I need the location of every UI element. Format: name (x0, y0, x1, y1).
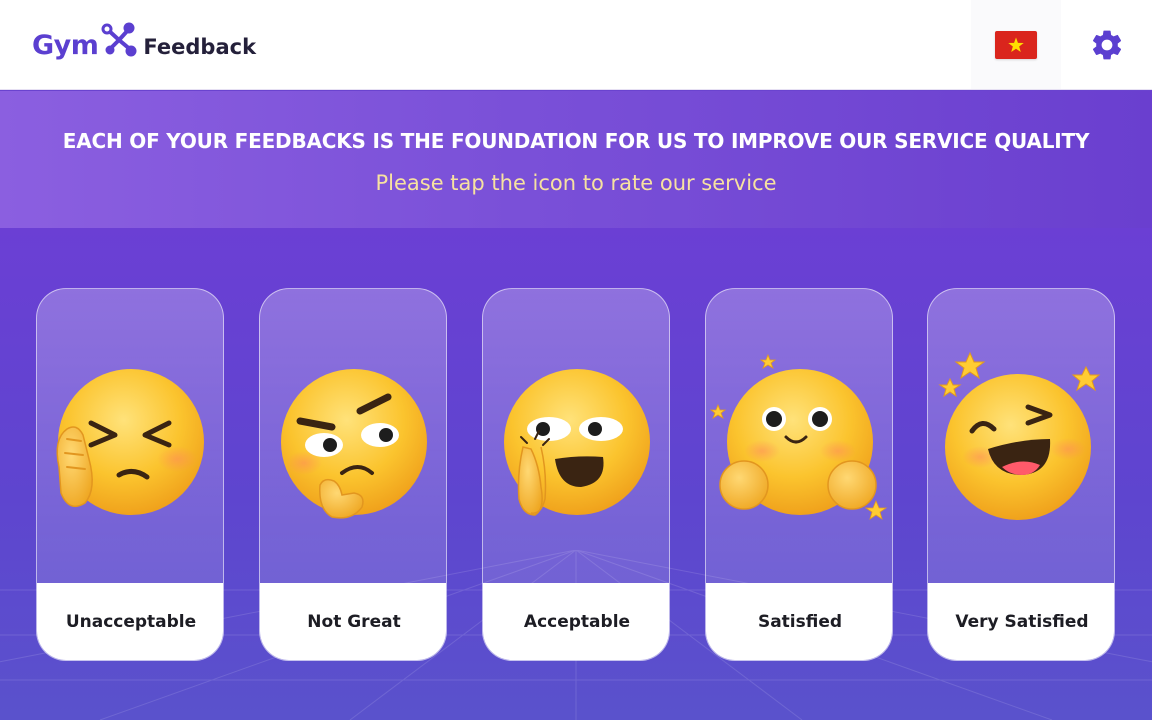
top-bar: Gym Feedback (0, 0, 1152, 90)
page-instruction: Please tap the icon to rate our service (375, 171, 777, 195)
rating-card-satisfied[interactable]: Satisfied (705, 288, 893, 661)
page-headline: EACH OF YOUR FEEDBACKS IS THE FOUNDATION… (62, 129, 1090, 153)
settings-button[interactable] (1061, 0, 1152, 89)
rating-label: Satisfied (706, 583, 892, 660)
molecule-logo-icon (101, 22, 137, 57)
logo-feedback-text: Feedback (143, 35, 257, 59)
rating-card-not-great[interactable]: Not Great (259, 288, 447, 661)
rating-label: Unacceptable (37, 583, 223, 660)
hero-banner: EACH OF YOUR FEEDBACKS IS THE FOUNDATION… (0, 91, 1152, 228)
vietnam-flag-icon (995, 30, 1037, 59)
rating-card-acceptable[interactable]: Acceptable (482, 288, 670, 661)
pleading-hands-face-icon (504, 369, 650, 516)
rating-area: Unacceptable Not Great Acceptable Satisf… (0, 228, 1152, 720)
cringing-face-icon (56, 369, 204, 515)
smiling-face-icon (709, 353, 888, 520)
app-logo: Gym Feedback (32, 20, 256, 70)
laughing-face-icon (938, 351, 1101, 520)
gear-icon (1092, 30, 1121, 59)
rating-card-very-satisfied[interactable]: Very Satisfied (927, 288, 1115, 661)
rating-label: Very Satisfied (928, 583, 1114, 660)
skeptical-face-icon (281, 369, 427, 519)
rating-label: Not Great (260, 583, 446, 660)
language-button[interactable] (971, 0, 1061, 89)
rating-label: Acceptable (483, 583, 669, 660)
logo-gym-text: Gym (32, 29, 99, 61)
rating-card-unacceptable[interactable]: Unacceptable (36, 288, 224, 661)
